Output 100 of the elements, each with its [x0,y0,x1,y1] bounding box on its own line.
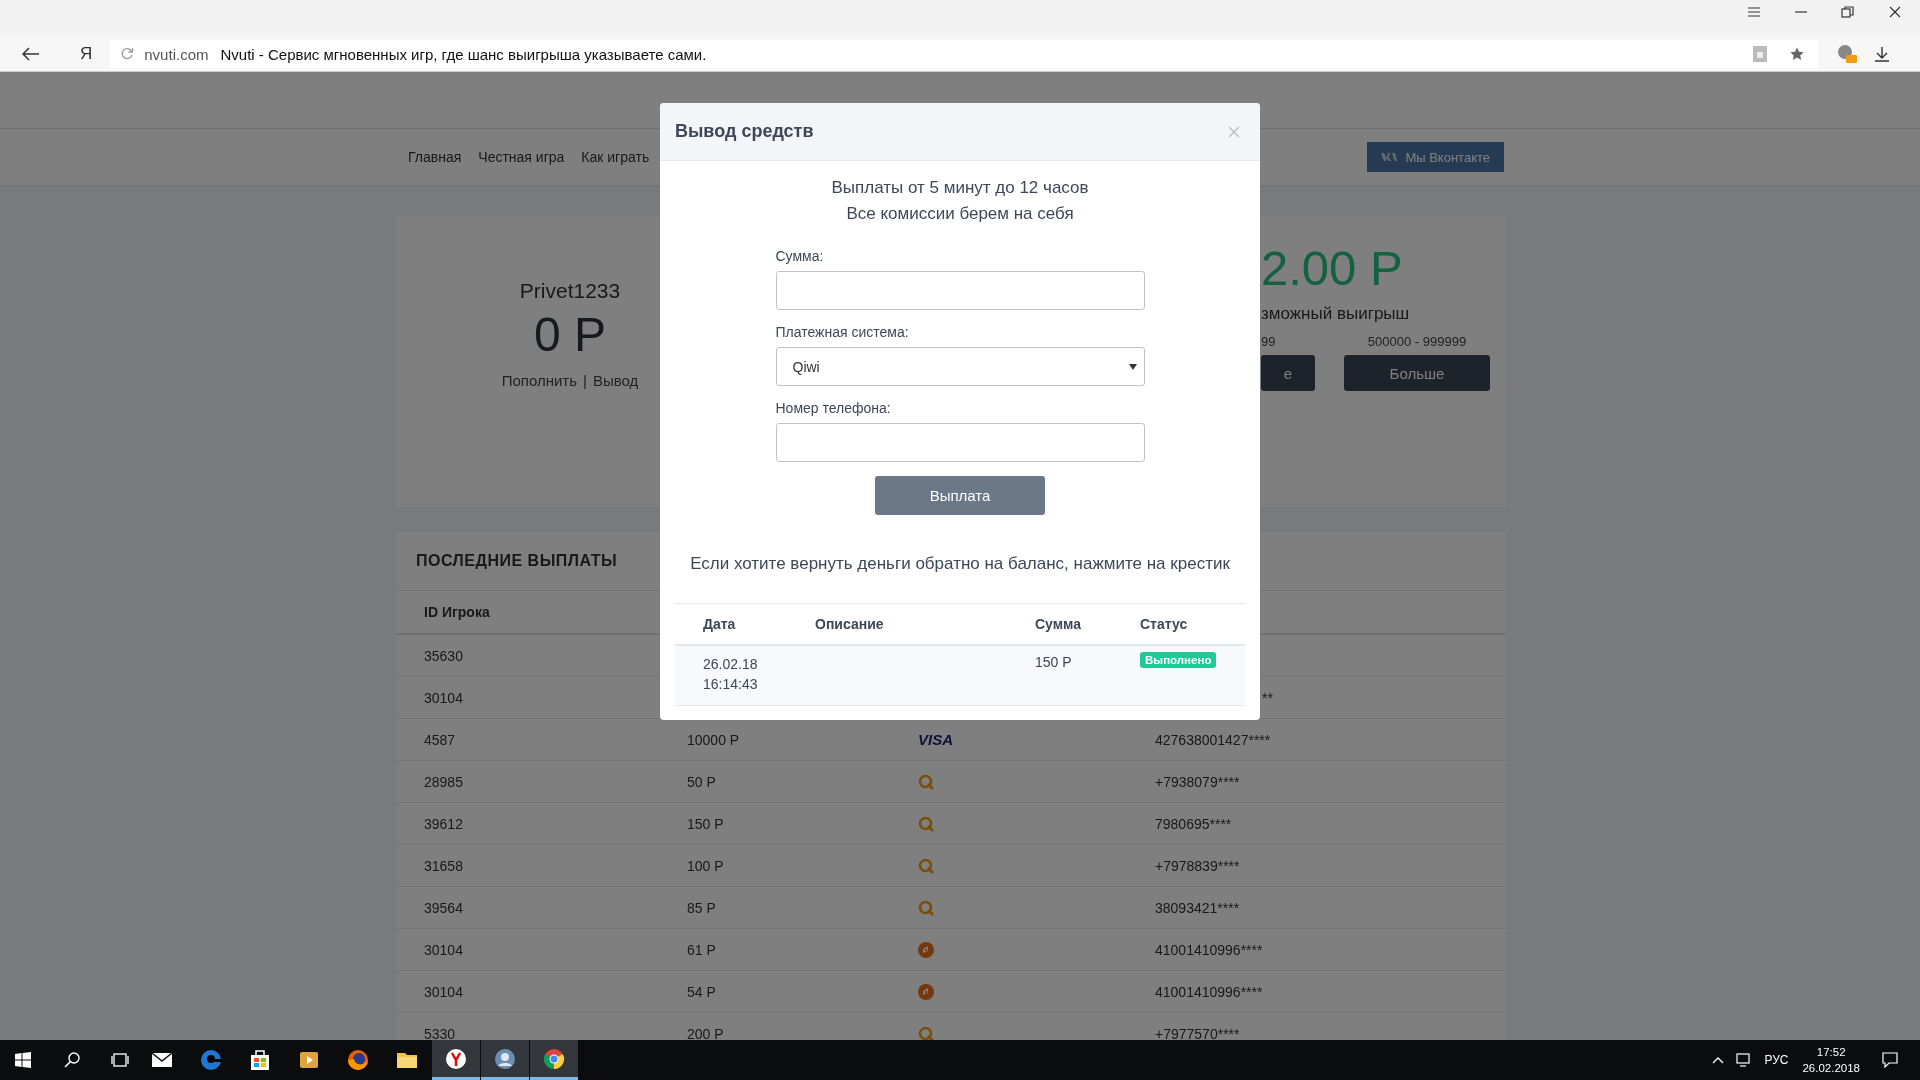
bet-button[interactable]: е [1261,355,1315,391]
table-cell: 39564 [424,899,463,916]
qiwi-icon [918,857,934,874]
url-text: nvuti.com [144,45,209,63]
globe-icon [346,1048,370,1072]
chrome-icon [542,1046,566,1071]
reload-icon[interactable] [120,47,135,61]
range-text: 500000 - 999999 [1366,334,1468,349]
info-text: Все комиссии берем на себя [846,203,1074,225]
taskbar-app[interactable] [432,1040,480,1080]
input-field[interactable] [775,271,1145,310]
qiwi-icon [918,1025,934,1040]
table-cell: 30104 [424,983,463,1000]
restore-icon[interactable] [1841,5,1855,18]
table-cell: +7938079**** [1155,773,1240,790]
shopping-bag-icon [248,1048,272,1072]
star-icon[interactable] [1790,47,1805,61]
menu-icon[interactable] [1747,5,1761,18]
nav-link[interactable]: Как играть [581,149,650,165]
dialog-title: Вывод средств [675,121,814,142]
table-cell: 30104 [424,689,463,706]
column-header: Статус [1140,616,1188,632]
table-cell: 41001410996**** [1155,941,1263,958]
range-text: 99 [1261,334,1277,349]
column-header: ID Игрока [424,604,490,620]
info-text: Выплаты от 5 минут до 12 часов [831,177,1089,199]
visa-logo: VISA [918,731,953,748]
table-cell: 427638001427**** [1155,731,1271,748]
table-cell-text: 150 Р [1035,654,1072,672]
clock-date[interactable]: 26.02.2018 [1802,1060,1860,1076]
payment-select[interactable]: Qiwi [775,347,1145,386]
table-cell: 50 Р [687,773,716,790]
taskbar-app[interactable] [481,1040,529,1080]
table-cell: 85 Р [687,899,716,916]
home-button[interactable]: Я [76,44,97,64]
nav-link[interactable]: Главная [408,149,462,165]
table-cell: 28985 [424,773,463,790]
note-text: Если хотите вернуть деньги обратно на баланс, нажмите на крестик [690,554,1230,574]
column-header: Описание [815,616,884,632]
address-field[interactable]: nvuti.com Nvuti - Сервис мгновенных игр, где шанс выигрыша указываете сами. [110,40,1819,68]
language-indicator[interactable]: РУС [1764,1053,1789,1067]
taskbar-app[interactable] [530,1040,578,1080]
qiwi-icon [918,899,934,916]
username: Privet1233 [519,279,621,303]
table-cell: 4587 [424,731,456,748]
qiwi-icon [918,815,934,832]
table-cell: 35630 [424,647,463,664]
table-cell: 38093421**** [1155,899,1240,916]
notification-icon[interactable] [1882,1052,1898,1068]
app-icon [493,1046,517,1071]
table-cell-text: ** [1261,689,1273,706]
chevron-up-icon[interactable] [1712,1056,1725,1064]
table-cell: 39612 [424,815,463,832]
separator: | [583,372,587,389]
field-label: Сумма: [775,247,825,266]
table-cell: 200 Р [687,1025,724,1040]
clock-time[interactable]: 17:52 [1816,1044,1846,1060]
table-cell: 7980695**** [1155,815,1232,832]
table-cell-text: 26.02.18 16:14:43 [703,655,758,694]
bet-button[interactable]: Больше [1344,355,1490,391]
browser-y-icon [444,1046,468,1071]
table-cell: 61 Р [687,941,716,958]
page-title: Nvuti - Сервис мгновенных игр, где шанс выигрыша указываете сами. [220,45,707,63]
extension-icon[interactable] [1836,43,1859,65]
win-amount: 2.00 Р [1261,240,1404,296]
field-label: Номер телефона: [775,399,892,418]
table-cell: +7977570**** [1155,1025,1240,1040]
edge-icon [199,1048,223,1072]
vk-icon [1381,152,1398,162]
close-icon[interactable] [1888,5,1902,18]
balance: 0 Р [533,307,606,362]
search-icon[interactable] [64,1052,80,1068]
download-icon[interactable] [1874,46,1891,62]
table-cell: 41001410996**** [1155,983,1263,1000]
wallet-icon [918,941,934,958]
withdraw-link[interactable]: Вывод [592,372,639,389]
table-cell: 10000 Р [687,731,740,748]
deposit-link[interactable]: Пополнить [501,372,578,389]
network-icon[interactable] [1736,1053,1753,1067]
table-cell: 5330 [424,1025,456,1040]
status-badge: Выполнено [1140,652,1217,668]
back-icon[interactable] [22,47,40,61]
table-cell: 54 Р [687,983,716,1000]
field-label: Платежная система: [775,323,910,342]
input-field[interactable] [775,423,1145,462]
column-header: Сумма [1035,616,1082,632]
column-header: Дата [703,616,736,632]
task-view-icon[interactable] [111,1052,129,1068]
table-cell: 31658 [424,857,463,874]
vk-button[interactable]: Мы Вконтакте [1367,142,1504,172]
table-cell: 100 Р [687,857,724,874]
table-cell: 30104 [424,941,463,958]
table-cell: +7978839**** [1155,857,1240,874]
nav-link[interactable]: Честная игра [478,149,565,165]
win-label: зможный выигрыш [1261,304,1411,324]
caret-icon [1128,363,1137,370]
payout-button[interactable]: Выплата [875,476,1045,515]
table-cell: 150 Р [687,815,724,832]
qiwi-icon [918,773,934,790]
windows-icon[interactable] [15,1052,31,1068]
